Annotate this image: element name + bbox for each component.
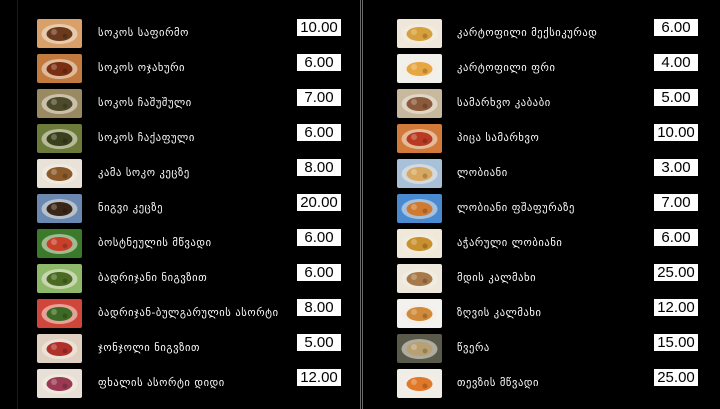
menu-item-price: 12.00: [654, 299, 698, 316]
menu-item-name: სოკოს ჩაქაფული: [98, 132, 195, 144]
menu-item-price: 8.00: [297, 299, 341, 316]
food-photo-icon: [397, 19, 442, 48]
menu-item-name: ჯონჯოლი ნიგვზით: [98, 342, 200, 354]
menu-item-name: ბოსტნეულის მწვადი: [98, 237, 212, 249]
menu-panel-left: სოკოს საფირმო 10.00 სოკოს ოჯახური 6.00 სოკოს…: [17, 0, 361, 409]
food-photo-icon: [397, 299, 442, 328]
food-photo-icon: [37, 194, 82, 223]
menu-item-price: 5.00: [297, 334, 341, 351]
menu-item-name: კარტოფილი მექსიკურად: [457, 27, 598, 39]
menu-item-name: ზღვის კალმახი: [457, 307, 542, 319]
food-photo-icon: [397, 89, 442, 118]
top-ornament: [363, 0, 720, 2]
menu-item[interactable]: პიცა სამარხვო 10.00: [363, 124, 720, 156]
menu-item[interactable]: ზღვის კალმახი 12.00: [363, 299, 720, 331]
menu-item[interactable]: ლობიანი ფშაფურაზე 7.00: [363, 194, 720, 226]
food-photo-icon: [397, 369, 442, 398]
menu-item[interactable]: ჯონჯოლი ნიგვზით 5.00: [18, 334, 360, 366]
menu-item[interactable]: კარტოფილი მექსიკურად 6.00: [363, 19, 720, 51]
menu-item[interactable]: სოკოს ოჯახური 6.00: [18, 54, 360, 86]
food-photo-icon: [37, 89, 82, 118]
menu-item-name: სოკოს ჩაშუშული: [98, 97, 192, 109]
menu-item-price: 15.00: [654, 334, 698, 351]
menu-item-price: 6.00: [654, 229, 698, 246]
menu-item[interactable]: კარტოფილი ფრი 4.00: [363, 54, 720, 86]
food-photo-icon: [37, 54, 82, 83]
food-photo-icon: [37, 229, 82, 258]
menu-panel-right: კარტოფილი მექსიკურად 6.00 კარტოფილი ფრი 4.0…: [362, 0, 720, 409]
menu-item-price: 6.00: [297, 54, 341, 71]
top-ornament: [18, 0, 360, 2]
food-photo-icon: [397, 54, 442, 83]
menu-item-price: 4.00: [654, 54, 698, 71]
food-photo-icon: [397, 159, 442, 188]
food-photo-icon: [397, 334, 442, 363]
menu-item-name: სამარხვო კაბაბი: [457, 97, 551, 109]
food-photo-icon: [37, 334, 82, 363]
food-photo-icon: [397, 264, 442, 293]
food-photo-icon: [397, 194, 442, 223]
food-photo-icon: [37, 124, 82, 153]
menu-item-name: ფხალის ასორტი დიდი: [98, 377, 225, 389]
menu-item-price: 6.00: [654, 19, 698, 36]
menu-item-price: 7.00: [297, 89, 341, 106]
menu-item-name: აჭარული ლობიანი: [457, 237, 563, 249]
menu-item-name: პიცა სამარხვო: [457, 132, 540, 144]
menu-item-name: ბადრიჯან-ბულგარულის ასორტი: [98, 307, 279, 319]
food-photo-icon: [37, 19, 82, 48]
menu-item[interactable]: სოკოს ჩაქაფული 6.00: [18, 124, 360, 156]
menu-item[interactable]: ბადრიჯანი ნიგვზით 6.00: [18, 264, 360, 296]
menu-item[interactable]: სამარხვო კაბაბი 5.00: [363, 89, 720, 121]
menu-item-price: 10.00: [297, 19, 341, 36]
menu-item[interactable]: წვერა 15.00: [363, 334, 720, 366]
menu-item[interactable]: ნიგვი კეცზე 20.00: [18, 194, 360, 226]
menu-item-name: ლობიანი ფშაფურაზე: [457, 202, 575, 214]
menu-item[interactable]: სოკოს საფირმო 10.00: [18, 19, 360, 51]
menu-item[interactable]: სოკოს ჩაშუშული 7.00: [18, 89, 360, 121]
menu-item-price: 8.00: [297, 159, 341, 176]
food-photo-icon: [37, 369, 82, 398]
menu-item[interactable]: აჭარული ლობიანი 6.00: [363, 229, 720, 261]
menu-item-price: 7.00: [654, 194, 698, 211]
menu-item-price: 12.00: [297, 369, 341, 386]
menu-item-name: კამა სოკო კეცზე: [98, 167, 190, 179]
menu-item[interactable]: ბადრიჯან-ბულგარულის ასორტი 8.00: [18, 299, 360, 331]
menu-item-name: მდის კალმახი: [457, 272, 537, 284]
food-photo-icon: [37, 264, 82, 293]
menu-item-name: ბადრიჯანი ნიგვზით: [98, 272, 208, 284]
menu-item-price: 10.00: [654, 124, 698, 141]
menu-item[interactable]: მდის კალმახი 25.00: [363, 264, 720, 296]
menu-item-price: 6.00: [297, 264, 341, 281]
menu-item[interactable]: ლობიანი 3.00: [363, 159, 720, 191]
menu-item-name: კარტოფილი ფრი: [457, 62, 556, 74]
menu-item-price: 25.00: [654, 264, 698, 281]
menu-item-price: 6.00: [297, 124, 341, 141]
food-photo-icon: [37, 299, 82, 328]
menu-item-price: 25.00: [654, 369, 698, 386]
menu-item[interactable]: ფხალის ასორტი დიდი 12.00: [18, 369, 360, 401]
menu-item-price: 5.00: [654, 89, 698, 106]
menu-item-name: ლობიანი: [457, 167, 508, 179]
menu-item-price: 20.00: [297, 194, 341, 211]
menu-item-name: ნიგვი კეცზე: [98, 202, 164, 214]
food-photo-icon: [397, 229, 442, 258]
menu-item-name: სოკოს საფირმო: [98, 27, 189, 39]
menu-item-name: სოკოს ოჯახური: [98, 62, 186, 74]
menu-item-name: თევზის მწვადი: [457, 377, 540, 389]
food-photo-icon: [37, 159, 82, 188]
menu-item-name: წვერა: [457, 342, 490, 354]
menu-item[interactable]: ბოსტნეულის მწვადი 6.00: [18, 229, 360, 261]
menu-item-price: 6.00: [297, 229, 341, 246]
menu-item[interactable]: კამა სოკო კეცზე 8.00: [18, 159, 360, 191]
food-photo-icon: [397, 124, 442, 153]
menu-item-price: 3.00: [654, 159, 698, 176]
menu-item[interactable]: თევზის მწვადი 25.00: [363, 369, 720, 401]
